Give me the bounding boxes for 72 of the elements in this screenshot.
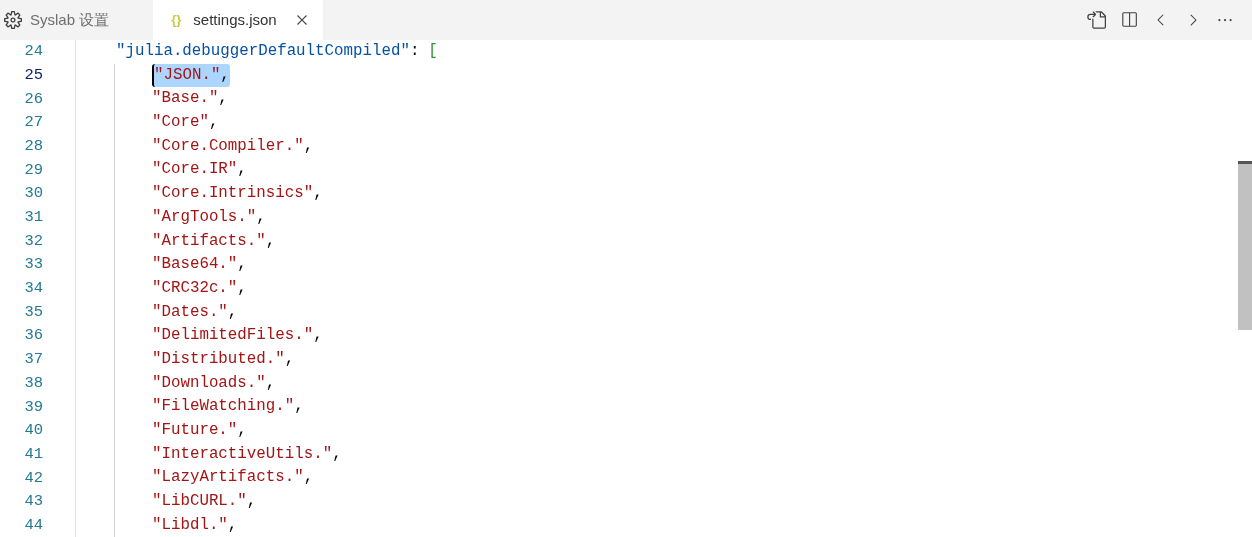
string-literal: "Artifacts."	[152, 230, 266, 252]
punctuation: ,	[284, 348, 295, 370]
split-editor-icon[interactable]	[1120, 11, 1138, 29]
punctuation: ,	[218, 88, 228, 110]
string-literal: "Core.Compiler."	[152, 135, 304, 157]
string-literal: "Dates."	[152, 301, 228, 323]
line-number: 40	[24, 420, 43, 442]
string-literal: "JSON."	[152, 63, 221, 88]
string-literal: "Base64."	[152, 254, 238, 276]
punctuation: ,	[227, 301, 238, 323]
tab-label: settings.json	[193, 9, 277, 30]
line-number: 39	[24, 396, 43, 418]
line-number: 31	[24, 207, 43, 229]
line-number: 27	[24, 112, 43, 134]
punctuation: ,	[294, 396, 304, 418]
line-number: 42	[24, 467, 43, 489]
punctuation: ,	[303, 135, 314, 157]
line-number: 30	[24, 183, 43, 205]
string-literal: "Core.Intrinsics"	[152, 183, 314, 205]
punctuation: ,	[303, 467, 314, 489]
punctuation: ,	[237, 254, 247, 276]
punctuation: ,	[208, 112, 219, 134]
punctuation: ,	[313, 325, 323, 347]
line-number: 32	[24, 230, 43, 252]
string-literal: "Libdl."	[152, 514, 228, 536]
punctuation: ,	[265, 372, 276, 394]
line-number: 37	[24, 349, 43, 371]
string-literal: "DelimitedFiles."	[152, 325, 314, 347]
punctuation: ,	[237, 277, 247, 299]
punctuation: ,	[332, 443, 342, 465]
punctuation: ,	[237, 420, 247, 441]
line-number: 35	[24, 301, 43, 323]
line-number: 26	[24, 88, 43, 110]
punctuation: ,	[227, 514, 238, 536]
string-literal: "Distributed."	[152, 348, 285, 370]
bracket: [	[428, 41, 438, 62]
string-literal: "FileWatching."	[152, 396, 295, 418]
punctuation: ,	[220, 63, 230, 88]
line-number: 43	[24, 491, 43, 513]
scrollbar-thumb[interactable]	[1238, 161, 1252, 330]
string-literal: "InteractiveUtils."	[152, 443, 333, 465]
line-number: 38	[24, 372, 43, 394]
punctuation: ,	[313, 183, 323, 205]
line-number: 25	[24, 64, 43, 86]
punctuation: ,	[256, 206, 266, 228]
punctuation: ,	[246, 491, 257, 513]
punctuation: :	[409, 41, 420, 62]
punctuation: ,	[237, 159, 247, 181]
line-number: 28	[24, 135, 43, 157]
string-literal: "Base."	[152, 88, 219, 110]
line-number: 36	[24, 325, 43, 347]
line-number: 24	[24, 41, 43, 63]
string-literal: "CRC32c."	[152, 277, 238, 299]
line-number: 41	[24, 443, 43, 465]
string-literal: "ArgTools."	[152, 206, 257, 228]
editor-tab[interactable]: {} settings.json	[153, 0, 323, 40]
punctuation: ,	[265, 230, 276, 252]
property-key: "julia.debuggerDefaultCompiled"	[116, 40, 410, 64]
line-number: 34	[24, 278, 43, 300]
tab-label: Syslab 设置	[30, 9, 110, 30]
string-literal: "Future."	[152, 420, 238, 441]
settings-icon	[4, 11, 22, 29]
line-number: 29	[24, 159, 43, 181]
line-number: 33	[24, 254, 43, 276]
string-literal: "Core"	[152, 112, 209, 134]
line-number: 44	[24, 514, 43, 536]
string-literal: "Downloads."	[152, 372, 266, 394]
string-literal: "LibCURL."	[152, 491, 247, 513]
json-file-icon: {}	[171, 10, 182, 30]
string-literal: "LazyArtifacts."	[152, 467, 304, 489]
open-file-icon[interactable]	[1086, 10, 1106, 30]
string-literal: "Core.IR"	[152, 159, 238, 181]
